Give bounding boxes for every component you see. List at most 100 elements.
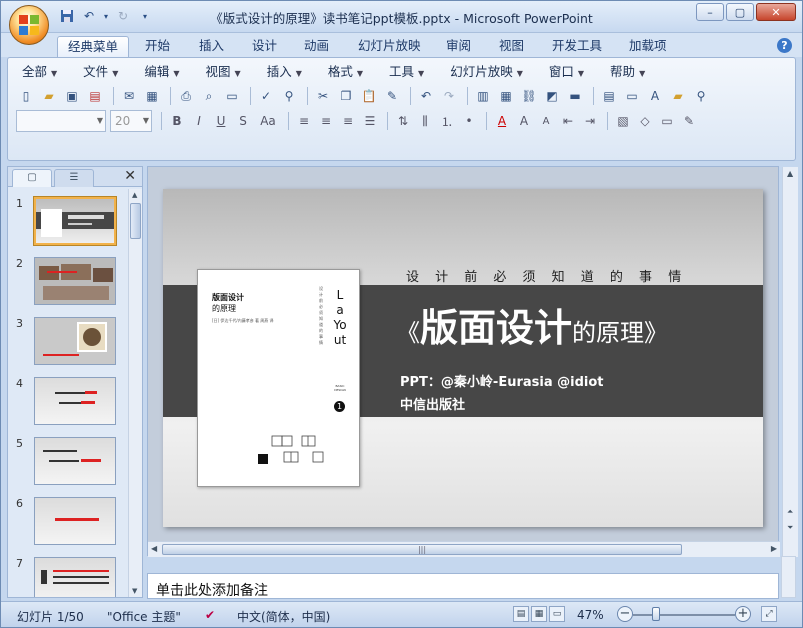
slide-sorter-icon[interactable]: ▦ bbox=[531, 606, 547, 622]
undo-icon[interactable]: ↶ bbox=[416, 86, 436, 106]
grow-font-icon[interactable]: A bbox=[514, 111, 534, 131]
change-case-button[interactable]: Aa bbox=[255, 111, 281, 131]
slide-thumbnail-1[interactable]: 1 bbox=[8, 195, 128, 251]
slide-thumbnail-6[interactable]: 6 bbox=[8, 495, 128, 551]
tab-design[interactable]: 设计 bbox=[242, 36, 287, 57]
redo-icon[interactable]: ↷ bbox=[439, 86, 459, 106]
underline-button[interactable]: U bbox=[211, 111, 231, 131]
open-folder-icon[interactable]: ▰ bbox=[39, 86, 59, 106]
new-document-icon[interactable]: ▯ bbox=[16, 86, 36, 106]
folder-icon[interactable]: ▰ bbox=[668, 86, 688, 106]
slide-horizontal-scrollbar[interactable]: ◀ ||| ▶ bbox=[148, 541, 780, 557]
slideshow-view-icon[interactable]: ▭ bbox=[549, 606, 565, 622]
bullets-icon[interactable]: • bbox=[459, 111, 479, 131]
outline-tab[interactable]: ☰ bbox=[54, 169, 94, 187]
insert-table-icon[interactable]: ▦ bbox=[496, 86, 516, 106]
slide-thumbnail-5[interactable]: 5 bbox=[8, 435, 128, 491]
permission-icon[interactable]: ✉ bbox=[119, 86, 139, 106]
shrink-font-icon[interactable]: A bbox=[536, 111, 556, 131]
paste-icon[interactable]: 📋 bbox=[359, 86, 379, 106]
decrease-indent-icon[interactable]: ⇤ bbox=[558, 111, 578, 131]
slide-canvas[interactable]: 版面设计 的原理 [日] 伊达千代/内藤孝彦 著 周燕 译 LaYout 设计前… bbox=[163, 189, 763, 527]
scroll-left-icon[interactable]: ◀ bbox=[151, 544, 157, 553]
slide-thumbnail-2[interactable]: 2 bbox=[8, 255, 128, 311]
font-name-combo[interactable]: ▼ bbox=[16, 110, 106, 132]
thumbnails-scrollbar[interactable]: ▲ ▼ bbox=[128, 189, 142, 597]
shadow-button[interactable]: S bbox=[233, 111, 253, 131]
shapes-icon[interactable]: ◇ bbox=[635, 111, 655, 131]
scrollbar-thumb[interactable]: ||| bbox=[162, 544, 682, 555]
font-size-combo[interactable]: 20 ▼ bbox=[110, 110, 152, 132]
shape-fill-icon[interactable]: ▭ bbox=[657, 111, 677, 131]
scroll-up-icon[interactable]: ▲ bbox=[132, 191, 137, 199]
next-slide-icon[interactable]: ⏷ bbox=[787, 523, 793, 533]
color-icon[interactable]: ◩ bbox=[542, 86, 562, 106]
align-left-icon[interactable]: ≡ bbox=[294, 111, 314, 131]
slide-thumbnail-4[interactable]: 4 bbox=[8, 375, 128, 431]
zoom-search-icon[interactable]: ⚲ bbox=[691, 86, 711, 106]
font-color-icon[interactable]: A bbox=[492, 111, 512, 131]
tab-home[interactable]: 开始 bbox=[135, 36, 180, 57]
menu-all[interactable]: 全部 ▼ bbox=[14, 62, 65, 82]
tab-insert[interactable]: 插入 bbox=[189, 36, 234, 57]
scrollbar-thumb[interactable] bbox=[130, 203, 141, 239]
menu-view[interactable]: 视图 ▼ bbox=[198, 62, 249, 82]
justify-icon[interactable]: ☰ bbox=[360, 111, 380, 131]
increase-indent-icon[interactable]: ⇥ bbox=[580, 111, 600, 131]
restore-button[interactable]: ▢ bbox=[726, 3, 754, 21]
menu-tools[interactable]: 工具 ▼ bbox=[381, 62, 432, 82]
slide-thumbnail-3[interactable]: 3 bbox=[8, 315, 128, 371]
new-slide-icon[interactable]: ▤ bbox=[599, 86, 619, 106]
close-icon[interactable]: ✕ bbox=[124, 168, 136, 184]
scroll-down-icon[interactable]: ▼ bbox=[132, 587, 137, 595]
minimize-button[interactable]: – bbox=[696, 3, 724, 21]
copy-icon[interactable]: ❐ bbox=[336, 86, 356, 106]
align-center-icon[interactable]: ≡ bbox=[316, 111, 336, 131]
shape-outline-icon[interactable]: ✎ bbox=[679, 111, 699, 131]
office-button[interactable] bbox=[9, 5, 49, 45]
menu-window[interactable]: 窗口 ▼ bbox=[541, 62, 592, 82]
tab-classic-menu[interactable]: 经典菜单 bbox=[57, 36, 130, 57]
zoom-in-icon[interactable]: + bbox=[735, 606, 751, 622]
menu-insert[interactable]: 插入 ▼ bbox=[259, 62, 310, 82]
insert-chart-icon[interactable]: ▥ bbox=[473, 86, 493, 106]
zoom-slider-thumb[interactable] bbox=[652, 607, 660, 621]
close-button[interactable]: ✕ bbox=[756, 3, 796, 21]
previous-slide-icon[interactable]: ⏶ bbox=[787, 507, 793, 517]
tab-developer[interactable]: 开发工具 bbox=[542, 36, 612, 57]
format-painter-icon[interactable]: ✎ bbox=[382, 86, 402, 106]
help-icon[interactable]: ? bbox=[777, 38, 792, 53]
tab-slideshow[interactable]: 幻灯片放映 bbox=[348, 36, 431, 57]
slide-thumbnail-7[interactable]: 7 bbox=[8, 555, 128, 597]
slide-layout-icon[interactable]: ▭ bbox=[222, 86, 242, 106]
notes-pane[interactable]: 单击此处添加备注 bbox=[147, 573, 779, 599]
normal-view-icon[interactable]: ▤ bbox=[513, 606, 529, 622]
scroll-up-icon[interactable]: ▲ bbox=[787, 169, 793, 178]
fit-to-window-icon[interactable]: ⤢ bbox=[761, 606, 777, 622]
zoom-level[interactable]: 47% bbox=[577, 608, 604, 622]
menu-edit[interactable]: 编辑 ▼ bbox=[136, 62, 187, 82]
text-direction-icon[interactable]: ⇅ bbox=[393, 111, 413, 131]
cut-icon[interactable]: ✂ bbox=[313, 86, 333, 106]
zoom-out-icon[interactable]: − bbox=[617, 606, 633, 622]
menu-slideshow[interactable]: 幻灯片放映 ▼ bbox=[442, 62, 531, 82]
research-icon[interactable]: ▦ bbox=[142, 86, 162, 106]
tab-view[interactable]: 视图 bbox=[489, 36, 534, 57]
text-box-icon[interactable]: A bbox=[645, 86, 665, 106]
numbering-icon[interactable]: ⒈ bbox=[437, 111, 457, 131]
tab-addins[interactable]: 加载项 bbox=[619, 36, 677, 57]
fill-color-icon[interactable]: ▬ bbox=[565, 86, 585, 106]
layout-icon[interactable]: ▭ bbox=[622, 86, 642, 106]
print-icon[interactable]: ⎙ bbox=[176, 86, 196, 106]
find-icon[interactable]: ⚲ bbox=[279, 86, 299, 106]
theme-name[interactable]: "Office 主题" bbox=[107, 608, 181, 625]
menu-format[interactable]: 格式 ▼ bbox=[320, 62, 371, 82]
save-as-pdf-icon[interactable]: ▤ bbox=[85, 86, 105, 106]
slide-vertical-scrollbar[interactable]: ▲ ⏶ ⏷ bbox=[782, 167, 798, 557]
italic-button[interactable]: I bbox=[189, 111, 209, 131]
tab-animations[interactable]: 动画 bbox=[294, 36, 339, 57]
hyperlink-icon[interactable]: ⛓ bbox=[519, 86, 539, 106]
print-preview-icon[interactable]: ⌕ bbox=[199, 86, 219, 106]
align-right-icon[interactable]: ≡ bbox=[338, 111, 358, 131]
zoom-slider[interactable] bbox=[633, 614, 735, 616]
